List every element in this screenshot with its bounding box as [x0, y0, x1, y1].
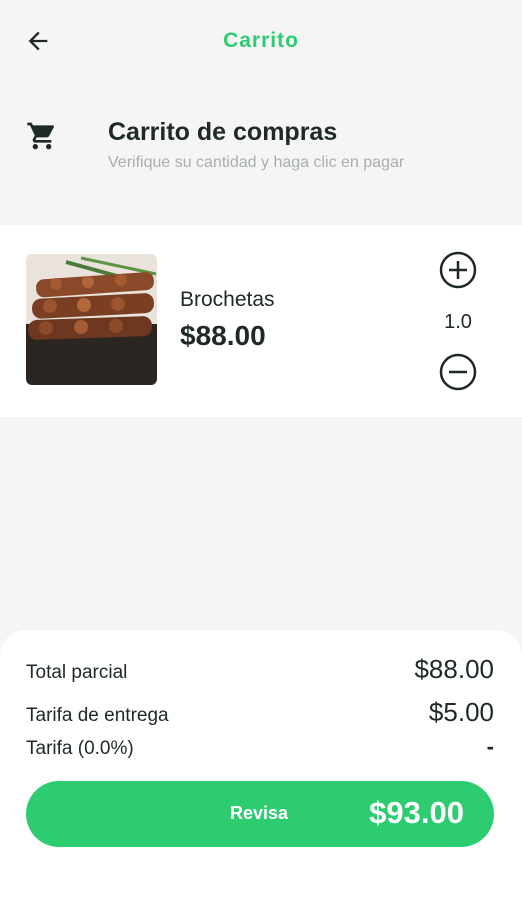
item-name: Brochetas [180, 288, 275, 311]
page-title: Carrito [223, 29, 299, 52]
checkout-button[interactable]: Revisa $93.00 [26, 781, 494, 847]
order-summary: Total parcial $88.00 Tarifa de entrega $… [0, 630, 522, 900]
fee-label: Tarifa (0.0%) [26, 738, 134, 759]
item-price: $88.00 [180, 320, 266, 351]
app-bar: Carrito [0, 0, 522, 82]
cart-header: Carrito de compras Verifique su cantidad… [0, 100, 522, 210]
cart-subtitle: Verifique su cantidad y haga clic en pag… [108, 154, 405, 171]
shopping-cart-icon [27, 122, 55, 150]
arrow-left-icon [28, 31, 48, 51]
fee-value: - [486, 734, 494, 759]
back-button[interactable] [20, 25, 56, 57]
subtotal-label: Total parcial [26, 662, 128, 683]
decrease-quantity-button[interactable] [438, 352, 478, 392]
subtotal-row: Total parcial $88.00 [26, 654, 494, 685]
fee-row: Tarifa (0.0%) - [26, 734, 494, 760]
cart-title: Carrito de compras [108, 118, 338, 146]
checkout-label: Revisa [230, 803, 289, 823]
subtotal-value: $88.00 [414, 654, 494, 684]
delivery-fee-value: $5.00 [428, 697, 494, 727]
delivery-fee-row: Tarifa de entrega $5.00 [26, 697, 494, 728]
item-image [26, 254, 157, 385]
delivery-fee-label: Tarifa de entrega [26, 705, 169, 726]
increase-quantity-button[interactable] [438, 250, 478, 290]
skewers-image [26, 254, 157, 385]
cart-item: Brochetas $88.00 1.0 [0, 225, 522, 417]
quantity-value: 1.0 [444, 311, 472, 333]
checkout-total: $93.00 [369, 795, 464, 830]
